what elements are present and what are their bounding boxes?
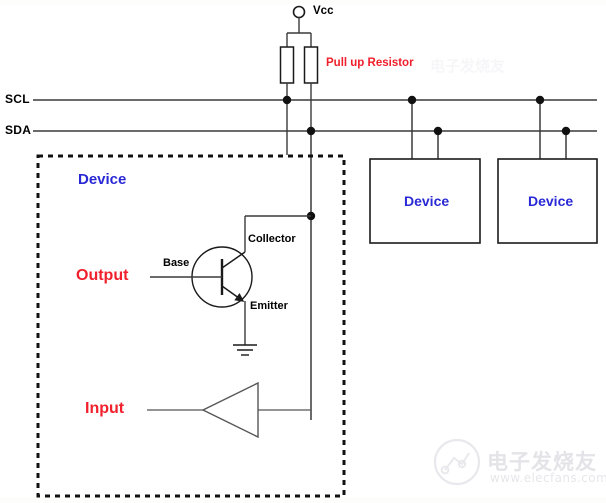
circuit-schematic (33, 5, 598, 498)
buffer-triangle (201, 381, 259, 439)
vcc-terminal-icon (292, 5, 306, 19)
base-terminal-label: Base (163, 257, 190, 269)
junction-dot-sda-peer1 (433, 126, 443, 136)
main-device-boundary (36, 154, 346, 498)
transistor-collector-slant (221, 251, 246, 269)
ground-icon (233, 344, 257, 356)
peer-device-1-label: Device (404, 193, 450, 209)
pullup-resistor-group (279, 33, 319, 155)
emitter-terminal-label: Emitter (250, 300, 288, 312)
output-label: Output (76, 267, 129, 284)
resistor-scl-icon (279, 46, 295, 84)
input-label: Input (85, 400, 125, 417)
transistor-emitter-slant (221, 285, 245, 302)
bus-lines-group (33, 99, 597, 132)
bus-junction-dots (282, 95, 571, 136)
scl-bus-label: SCL (5, 92, 30, 106)
main-device-label: Device (78, 171, 127, 188)
collector-terminal-label: Collector (248, 233, 296, 245)
junction-dot-scl-peer2 (535, 95, 545, 105)
diagram-canvas: Vcc Pull up Resistor SCL SDA Device Outp… (0, 0, 606, 503)
junction-dot-sda-pullup (306, 126, 316, 136)
main-device-bus-drops (306, 131, 316, 420)
junction-dot-sda-peer2 (561, 126, 571, 136)
vcc-label: Vcc (313, 5, 334, 17)
buffer-amplifier-icon (147, 381, 311, 439)
junction-dot-scl-pullup (282, 95, 292, 105)
resistor-sda-icon (303, 46, 319, 84)
pullup-resistor-label: Pull up Resistor (326, 57, 414, 69)
sda-bus-label: SDA (5, 123, 32, 137)
peer-device-2-label: Device (528, 193, 574, 209)
junction-dot-scl-peer1 (407, 95, 417, 105)
vcc-supply-group (287, 5, 311, 34)
